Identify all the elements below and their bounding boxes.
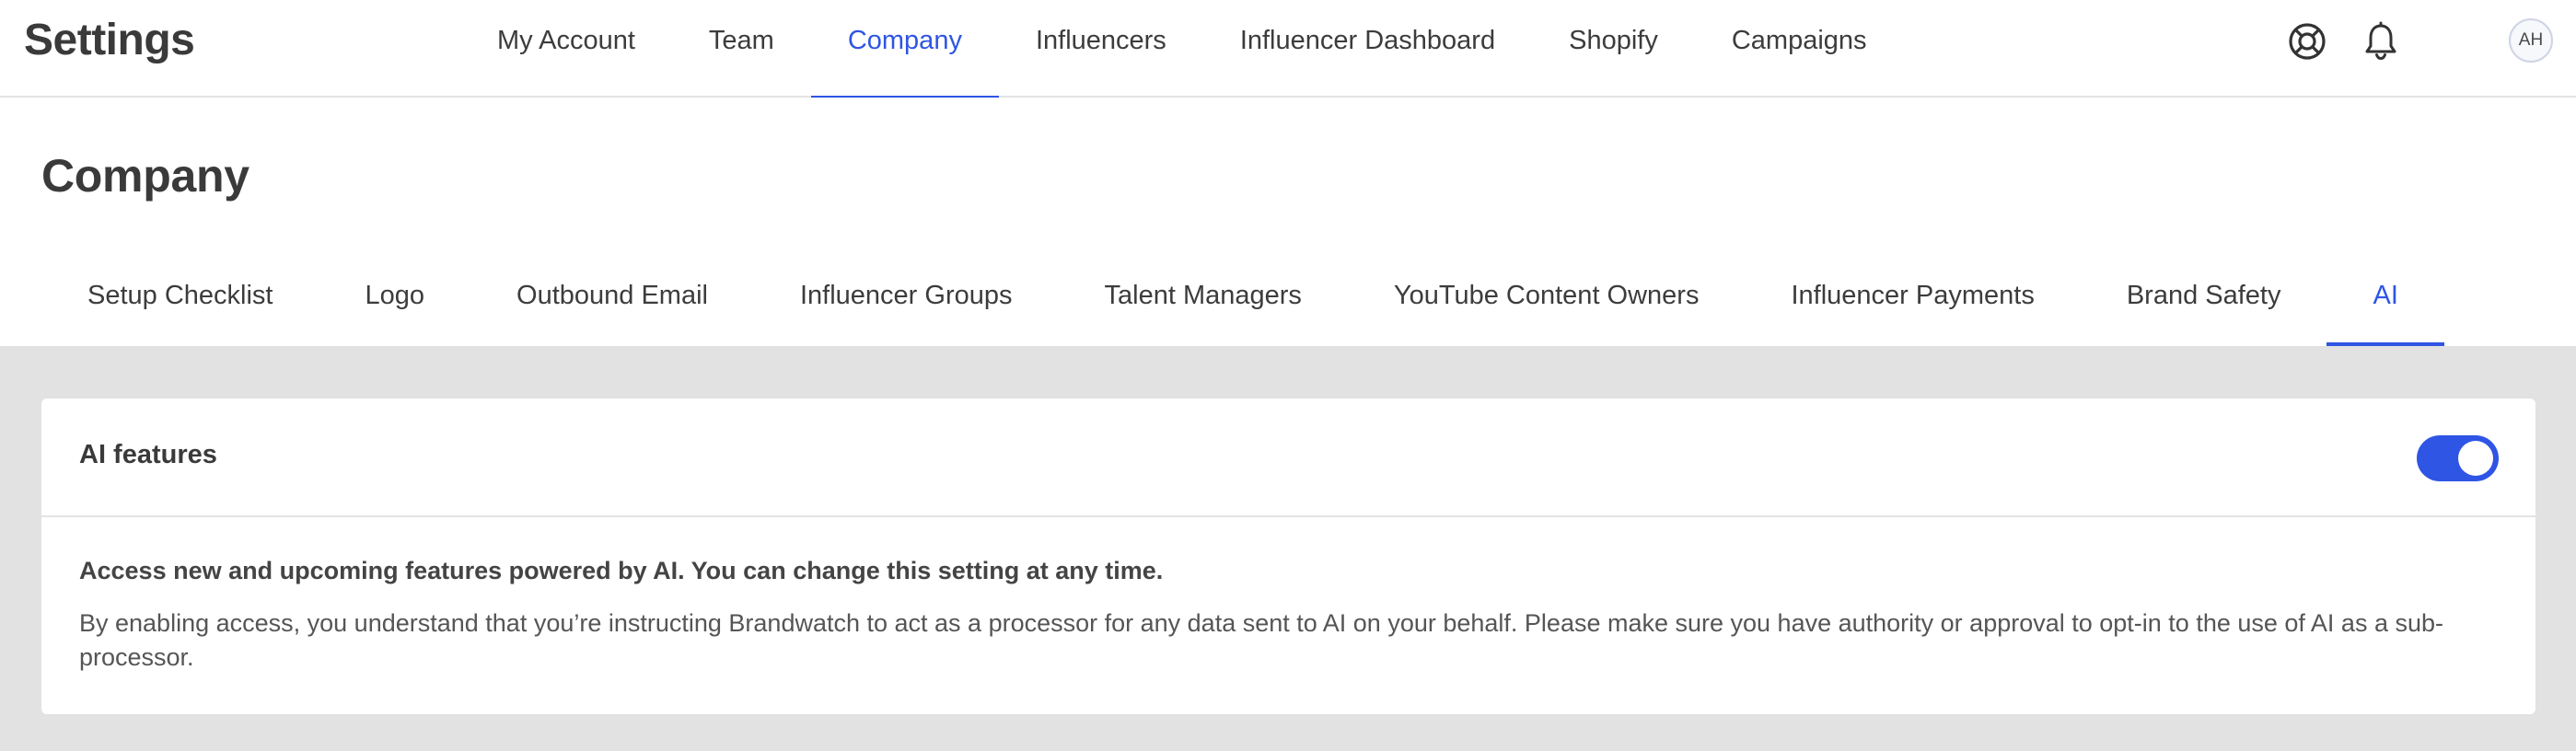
app-title: Settings (24, 16, 195, 64)
nav-item-company[interactable]: Company (810, 0, 1000, 99)
tab-ai[interactable]: AI (2327, 261, 2445, 346)
tab-brand-safety[interactable]: Brand Safety (2081, 261, 2327, 346)
card-lead-text: Access new and upcoming features powered… (79, 557, 1164, 584)
tab-outbound-email[interactable]: Outbound Email (470, 261, 754, 346)
company-tabs: Setup Checklist Logo Outbound Email Infl… (41, 261, 2445, 346)
ai-features-card: AI features Access new and upcoming feat… (41, 399, 2535, 714)
nav-item-my-account[interactable]: My Account (460, 0, 672, 98)
card-body: Access new and upcoming features powered… (79, 555, 2501, 675)
card-header: AI features (41, 399, 2535, 517)
tab-influencer-payments[interactable]: Influencer Payments (1745, 261, 2080, 346)
main-nav: My Account Team Company Influencers Infl… (460, 0, 1904, 99)
user-avatar[interactable]: AH (2509, 18, 2553, 63)
tab-talent-managers[interactable]: Talent Managers (1059, 261, 1348, 346)
nav-item-shopify[interactable]: Shopify (1532, 0, 1695, 98)
page-header: Company Setup Checklist Logo Outbound Em… (0, 98, 2576, 346)
top-header: Settings My Account Team Company Influen… (0, 0, 2576, 99)
ai-features-toggle[interactable] (2417, 435, 2499, 481)
page-title: Company (41, 150, 249, 202)
tab-setup-checklist[interactable]: Setup Checklist (41, 261, 319, 346)
nav-item-influencers[interactable]: Influencers (999, 0, 1203, 98)
card-title: AI features (79, 440, 217, 469)
nav-item-team[interactable]: Team (672, 0, 811, 98)
help-icon[interactable] (2286, 20, 2328, 63)
tab-influencer-groups[interactable]: Influencer Groups (754, 261, 1059, 346)
toggle-knob (2458, 441, 2493, 476)
nav-item-influencer-dashboard[interactable]: Influencer Dashboard (1203, 0, 1532, 98)
tab-logo[interactable]: Logo (319, 261, 471, 346)
card-description: By enabling access, you understand that … (79, 609, 2443, 671)
nav-item-campaigns[interactable]: Campaigns (1695, 0, 1904, 98)
bell-icon[interactable] (2360, 20, 2402, 63)
tab-youtube-content-owners[interactable]: YouTube Content Owners (1348, 261, 1746, 346)
